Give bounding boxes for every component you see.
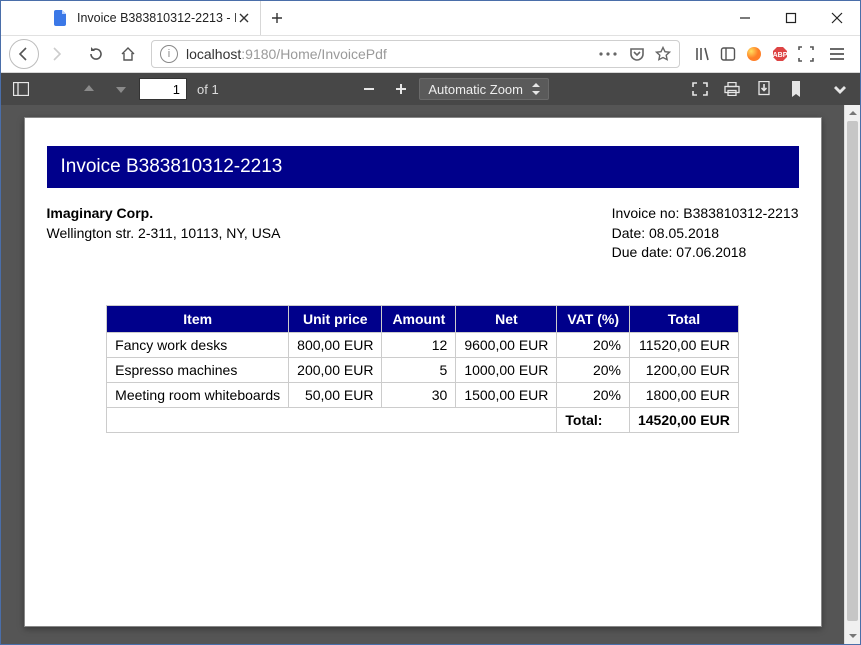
forward-button bbox=[41, 39, 71, 69]
cell-unit-price: 50,00 EUR bbox=[289, 382, 382, 407]
invoice-date: 08.05.2018 bbox=[649, 225, 719, 241]
download-button[interactable] bbox=[750, 76, 778, 102]
cell-vat: 20% bbox=[557, 332, 630, 357]
grand-total: 14520,00 EUR bbox=[629, 407, 738, 432]
pocket-icon[interactable] bbox=[629, 46, 645, 62]
minimize-button[interactable] bbox=[722, 2, 768, 34]
cell-vat: 20% bbox=[557, 382, 630, 407]
browser-nav-toolbar: i localhost:9180/Home/InvoicePdf ABP bbox=[1, 35, 860, 73]
page-number-input[interactable] bbox=[139, 78, 187, 100]
home-button[interactable] bbox=[113, 39, 143, 69]
cell-unit-price: 800,00 EUR bbox=[289, 332, 382, 357]
caption-buttons bbox=[722, 2, 860, 34]
pdf-page: Invoice B383810312-2213 Imaginary Corp. … bbox=[24, 117, 822, 627]
svg-text:ABP: ABP bbox=[773, 52, 788, 59]
screenshot-icon[interactable] bbox=[798, 46, 814, 62]
scrollbar-up-button[interactable] bbox=[845, 105, 860, 121]
hamburger-menu-icon[interactable] bbox=[822, 39, 852, 69]
cell-vat: 20% bbox=[557, 357, 630, 382]
col-item: Item bbox=[107, 305, 289, 332]
zoom-select-label: Automatic Zoom bbox=[428, 82, 523, 97]
presentation-mode-button[interactable] bbox=[686, 76, 714, 102]
invoice-banner: Invoice B383810312-2213 bbox=[47, 146, 799, 188]
reload-button[interactable] bbox=[81, 39, 111, 69]
table-row: Meeting room whiteboards 50,00 EUR 30 15… bbox=[107, 382, 739, 407]
page-actions-icon[interactable] bbox=[597, 50, 619, 58]
cell-net: 1500,00 EUR bbox=[456, 382, 557, 407]
bookmark-button[interactable] bbox=[782, 76, 810, 102]
zoom-out-button[interactable] bbox=[355, 76, 383, 102]
cell-item: Fancy work desks bbox=[107, 332, 289, 357]
col-net: Net bbox=[456, 305, 557, 332]
table-total-row: Total: 14520,00 EUR bbox=[107, 407, 739, 432]
maximize-button[interactable] bbox=[768, 2, 814, 34]
cell-total: 1200,00 EUR bbox=[629, 357, 738, 382]
chevron-updown-icon bbox=[532, 83, 540, 95]
invoice-no-label: Invoice no: bbox=[612, 205, 684, 221]
zoom-select[interactable]: Automatic Zoom bbox=[419, 78, 549, 100]
back-button[interactable] bbox=[9, 39, 39, 69]
window-titlebar: Invoice B383810312-2213 - Invo bbox=[1, 1, 860, 35]
close-window-button[interactable] bbox=[814, 2, 860, 34]
company-name: Imaginary Corp. bbox=[47, 204, 281, 224]
cell-item: Espresso machines bbox=[107, 357, 289, 382]
tab-close-icon[interactable] bbox=[236, 10, 252, 26]
invoice-due-label: Due date: bbox=[612, 244, 677, 260]
site-identity-icon[interactable]: i bbox=[160, 45, 178, 63]
bookmark-star-icon[interactable] bbox=[655, 46, 671, 62]
cell-unit-price: 200,00 EUR bbox=[289, 357, 382, 382]
adblock-icon[interactable]: ABP bbox=[772, 46, 788, 62]
invoice-meta: Invoice no: B383810312-2213 Date: 08.05.… bbox=[612, 204, 799, 263]
pdf-tools-menu[interactable] bbox=[826, 76, 854, 102]
new-tab-button[interactable] bbox=[261, 1, 293, 35]
tab-title: Invoice B383810312-2213 - Invo bbox=[77, 11, 236, 25]
table-header-row: Item Unit price Amount Net VAT (%) Total bbox=[107, 305, 739, 332]
cell-item: Meeting room whiteboards bbox=[107, 382, 289, 407]
col-total: Total bbox=[629, 305, 738, 332]
cell-amount: 12 bbox=[382, 332, 456, 357]
cell-total: 11520,00 EUR bbox=[629, 332, 738, 357]
print-button[interactable] bbox=[718, 76, 746, 102]
cell-amount: 30 bbox=[382, 382, 456, 407]
invoice-table: Item Unit price Amount Net VAT (%) Total… bbox=[106, 305, 739, 433]
invoice-due: 07.06.2018 bbox=[676, 244, 746, 260]
pdf-viewer-area[interactable]: Invoice B383810312-2213 Imaginary Corp. … bbox=[1, 105, 844, 644]
col-amount: Amount bbox=[382, 305, 456, 332]
pdf-viewer-toolbar: of 1 Automatic Zoom bbox=[1, 73, 860, 105]
table-row: Fancy work desks 800,00 EUR 12 9600,00 E… bbox=[107, 332, 739, 357]
total-label: Total: bbox=[557, 407, 630, 432]
pdf-file-icon bbox=[53, 10, 69, 26]
cell-amount: 5 bbox=[382, 357, 456, 382]
cell-total: 1800,00 EUR bbox=[629, 382, 738, 407]
browser-tab[interactable]: Invoice B383810312-2213 - Invo bbox=[45, 1, 261, 35]
invoice-no: B383810312-2213 bbox=[683, 205, 798, 221]
col-unit-price: Unit price bbox=[289, 305, 382, 332]
company-address: Wellington str. 2-311, 10113, NY, USA bbox=[47, 224, 281, 244]
url-text: localhost:9180/Home/InvoicePdf bbox=[186, 46, 597, 62]
table-row: Espresso machines 200,00 EUR 5 1000,00 E… bbox=[107, 357, 739, 382]
cell-net: 9600,00 EUR bbox=[456, 332, 557, 357]
firefox-account-icon[interactable] bbox=[746, 46, 762, 62]
prev-page-button bbox=[75, 76, 103, 102]
col-vat: VAT (%) bbox=[557, 305, 630, 332]
pdf-sidebar-toggle[interactable] bbox=[7, 76, 35, 102]
zoom-in-button[interactable] bbox=[387, 76, 415, 102]
scrollbar-down-button[interactable] bbox=[845, 628, 860, 644]
vertical-scrollbar[interactable] bbox=[844, 105, 860, 644]
sidebar-icon[interactable] bbox=[720, 46, 736, 62]
cell-net: 1000,00 EUR bbox=[456, 357, 557, 382]
scrollbar-thumb[interactable] bbox=[847, 121, 858, 621]
page-total-label: of 1 bbox=[197, 82, 219, 97]
seller-block: Imaginary Corp. Wellington str. 2-311, 1… bbox=[47, 204, 281, 263]
address-bar[interactable]: i localhost:9180/Home/InvoicePdf bbox=[151, 40, 680, 68]
next-page-button bbox=[107, 76, 135, 102]
invoice-info-row: Imaginary Corp. Wellington str. 2-311, 1… bbox=[47, 204, 799, 263]
library-icon[interactable] bbox=[694, 46, 710, 62]
invoice-date-label: Date: bbox=[612, 225, 649, 241]
